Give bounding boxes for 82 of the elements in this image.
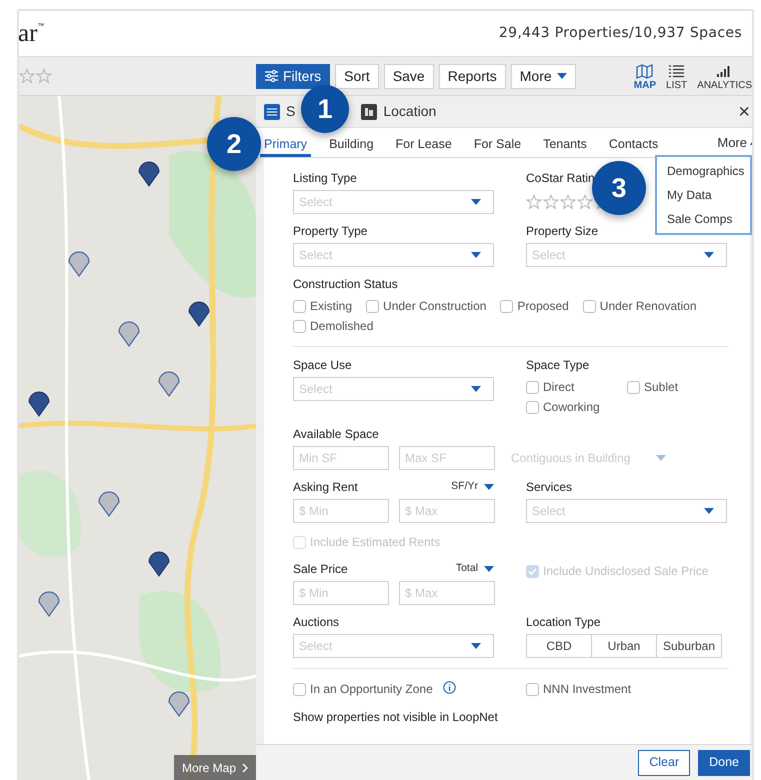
- filter-tab[interactable]: For Sale: [470, 135, 526, 157]
- checkbox-label: Direct: [543, 379, 574, 396]
- checkbox[interactable]: [526, 380, 539, 394]
- checkbox[interactable]: [500, 300, 514, 312]
- field-label: Services: [526, 479, 572, 495]
- field-label: Available Space: [293, 426, 379, 442]
- checkbox-label: In an Opportunity Zone: [310, 681, 433, 698]
- checkbox-label: Under Renovation: [600, 298, 697, 315]
- caret-icon: [471, 199, 481, 205]
- building-icon: [361, 104, 378, 120]
- checkbox[interactable]: [526, 682, 539, 696]
- unit-dropdown[interactable]: SF/Yr: [451, 479, 494, 495]
- close-button[interactable]: ×: [738, 102, 750, 122]
- menu-item[interactable]: Demographics: [657, 159, 750, 183]
- checkbox-label: Demolished: [310, 318, 374, 335]
- map-icon: [636, 64, 654, 78]
- checkbox[interactable]: [526, 400, 539, 414]
- checkbox[interactable]: [627, 380, 640, 394]
- chevron-right-icon: [242, 762, 248, 772]
- more-button[interactable]: More: [510, 64, 576, 88]
- checkbox-label: Proposed: [517, 298, 569, 315]
- segment-button[interactable]: Urban: [591, 634, 657, 658]
- toolbar-button[interactable]: Save: [384, 64, 434, 88]
- result-count: 29,443 Properties/10,937 Spaces: [498, 24, 742, 43]
- check-icon: [528, 568, 537, 574]
- field-label: Construction Status: [293, 276, 398, 292]
- toolbar-button[interactable]: Reports: [438, 64, 506, 88]
- checkbox-label: Coworking: [543, 399, 600, 416]
- checkbox[interactable]: [293, 320, 306, 332]
- checkbox[interactable]: [366, 300, 380, 312]
- checkbox[interactable]: [293, 300, 306, 312]
- menu-item[interactable]: My Data: [657, 183, 750, 207]
- logo: ar: [19, 21, 38, 46]
- list-icon: [668, 64, 686, 78]
- view-tab[interactable]: LIST: [666, 64, 688, 90]
- field-label: Location Type: [526, 614, 601, 630]
- done-button[interactable]: Done: [698, 750, 750, 776]
- caret-icon: [471, 386, 481, 392]
- panel-tab[interactable]: S: [264, 101, 296, 122]
- view-tab[interactable]: MAP: [634, 64, 656, 90]
- field-label: Listing Type: [293, 170, 357, 186]
- field-label: CoStar Ratin: [526, 170, 595, 186]
- checkbox-label: Existing: [310, 298, 352, 315]
- field-label: Auctions: [293, 614, 340, 630]
- unit-dropdown[interactable]: Total: [456, 561, 494, 577]
- segment-button[interactable]: CBD: [526, 634, 592, 658]
- checkbox-label: Include Undisclosed Sale Price: [543, 563, 708, 580]
- caret-icon: [471, 252, 481, 258]
- field-label: Space Use: [293, 357, 352, 373]
- menu-item[interactable]: Sale Comps: [657, 207, 750, 231]
- caret-icon: [704, 252, 714, 258]
- toolbar-button[interactable]: Sort: [335, 64, 379, 88]
- more-map-button[interactable]: More Map: [174, 755, 256, 780]
- checkbox[interactable]: [293, 682, 306, 696]
- checkbox-label: Under Construction: [383, 298, 486, 315]
- caret-icon: [484, 484, 494, 490]
- field-label: Property Type: [293, 223, 368, 239]
- field-label: Sale Price: [293, 561, 348, 577]
- filter-icon: [264, 104, 280, 120]
- filters-button[interactable]: Filters: [256, 64, 330, 88]
- checkbox-label: Include Estimated Rents: [310, 534, 440, 551]
- clear-button[interactable]: Clear: [638, 750, 690, 776]
- checkbox[interactable]: [582, 300, 596, 312]
- section-heading: Show properties not visible in LoopNet: [293, 709, 498, 726]
- field-label: Space Type: [526, 357, 590, 373]
- checkbox-label: NNN Investment: [543, 681, 632, 698]
- filter-tab[interactable]: Building: [325, 135, 378, 157]
- caret-icon: [656, 455, 666, 461]
- segment-button[interactable]: Suburban: [656, 634, 722, 658]
- field-label: Asking Rent: [293, 479, 358, 495]
- caret-icon: [704, 508, 714, 514]
- caret-icon: [471, 643, 481, 649]
- filter-tab[interactable]: Contacts: [604, 135, 662, 157]
- filter-tab[interactable]: For Lease: [392, 135, 456, 157]
- view-tab[interactable]: ANALYTICS: [697, 64, 752, 90]
- field-label: Property Size: [526, 223, 598, 239]
- checkbox-label: Sublet: [644, 379, 678, 396]
- filter-tab[interactable]: Tenants: [539, 135, 591, 157]
- panel-tab[interactable]: Location: [361, 101, 436, 122]
- sliders-icon: [265, 70, 278, 82]
- caret-icon: [556, 73, 567, 79]
- caret-icon: [484, 566, 494, 572]
